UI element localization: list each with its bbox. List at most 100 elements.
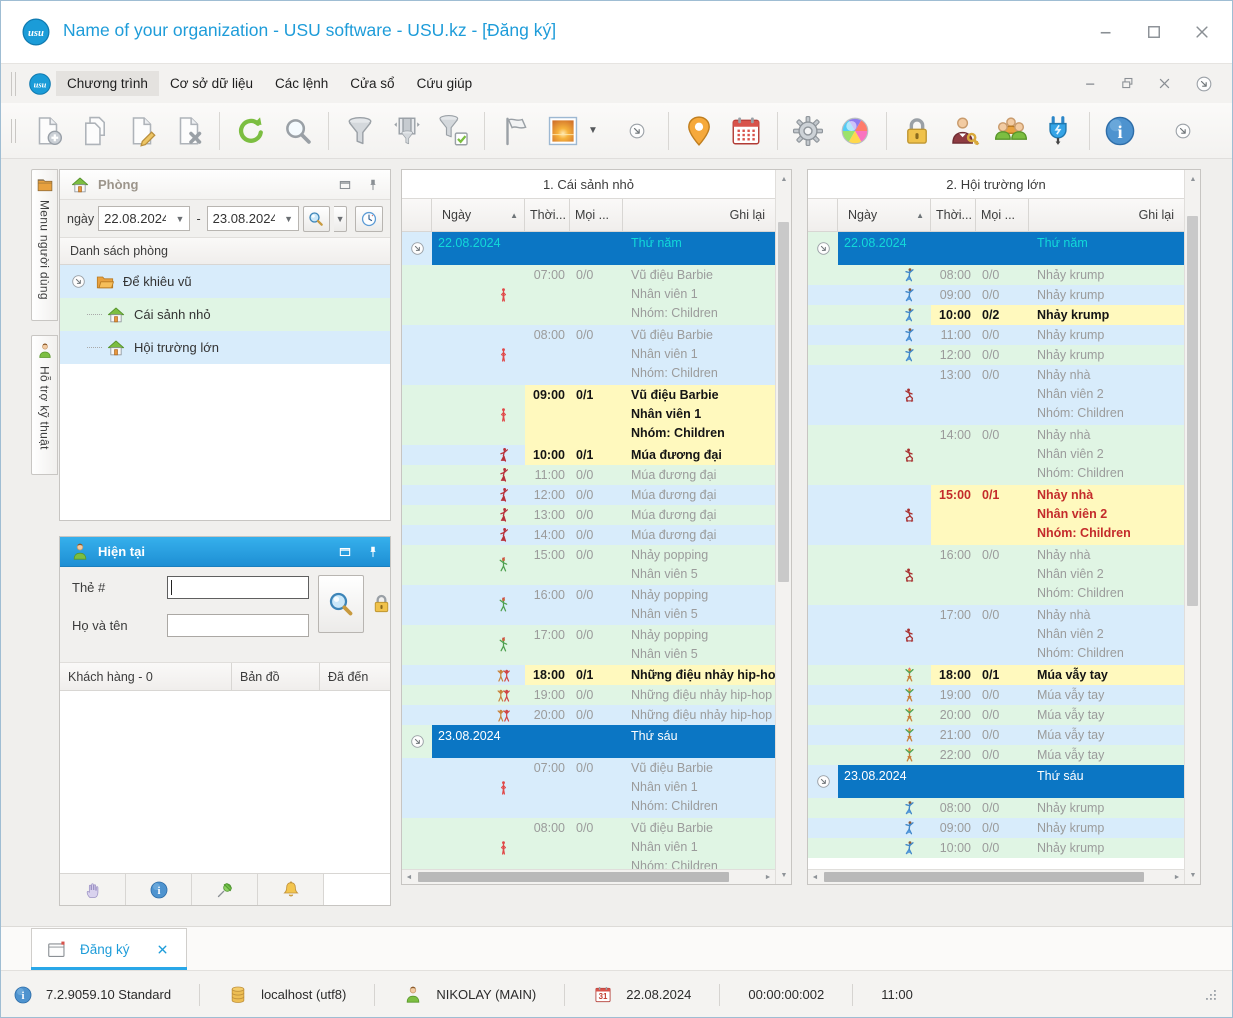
search-dropdown-button[interactable]: ▼ bbox=[334, 206, 348, 232]
schedule-row[interactable]: 17:000/0Nhảy poppingNhân viên 5 bbox=[402, 625, 775, 665]
pushpin-button[interactable] bbox=[192, 874, 258, 905]
schedule-row[interactable]: 07:000/0Vũ điệu BarbieNhân viên 1Nhóm: C… bbox=[402, 758, 775, 818]
toolbar-doc-edit-button[interactable] bbox=[118, 107, 165, 155]
toolbar-doc-delete-button[interactable] bbox=[165, 107, 212, 155]
column-date[interactable]: Ngày▲ bbox=[432, 199, 525, 231]
schedule-row[interactable]: 14:000/0Nhảy nhàNhân viên 2Nhóm: Childre… bbox=[808, 425, 1184, 485]
schedule-row[interactable]: 08:000/0Vũ điệu BarbieNhân viên 1Nhóm: C… bbox=[402, 325, 775, 385]
menu-item-các-lệnh[interactable]: Các lệnh bbox=[264, 71, 339, 96]
mdi-restore-icon[interactable] bbox=[1120, 76, 1135, 91]
schedule-row[interactable]: 08:000/0Vũ điệu BarbieNhân viên 1Nhóm: C… bbox=[402, 818, 775, 869]
scrollbar-thumb[interactable] bbox=[824, 872, 1144, 882]
column-map[interactable]: Bản đồ bbox=[232, 663, 320, 690]
toolbar-grip[interactable] bbox=[11, 119, 16, 143]
column-arrived[interactable]: Đã đến bbox=[320, 663, 390, 690]
schedule-row[interactable]: 08:000/0Nhảy krump bbox=[808, 265, 1184, 285]
schedule-row[interactable]: 12:000/0Nhảy krump bbox=[808, 345, 1184, 365]
toolbar-filter-layout-button[interactable] bbox=[383, 107, 430, 155]
hand-button[interactable] bbox=[60, 874, 126, 905]
column-people[interactable]: Mọi ... bbox=[570, 199, 623, 231]
info-circle-button[interactable]: i bbox=[126, 874, 192, 905]
schedule-row[interactable]: 13:000/0Múa đương đại bbox=[402, 505, 775, 525]
schedule-row[interactable]: 10:000/0Nhảy krump bbox=[808, 838, 1184, 858]
schedule-row[interactable]: 16:000/0Nhảy nhàNhân viên 2Nhóm: Childre… bbox=[808, 545, 1184, 605]
toolbar-users-button[interactable] bbox=[988, 107, 1035, 155]
schedule-row[interactable]: 15:000/0Nhảy poppingNhân viên 5 bbox=[402, 545, 775, 585]
menu-item-cơ-sở-dữ-liệu[interactable]: Cơ sở dữ liệu bbox=[159, 71, 264, 96]
schedule-row[interactable]: 20:000/0Múa vẫy tay bbox=[808, 705, 1184, 725]
schedule-row[interactable]: 19:000/0Múa vẫy tay bbox=[808, 685, 1184, 705]
search-button[interactable] bbox=[303, 206, 330, 232]
column-people[interactable]: Mọi ... bbox=[976, 199, 1029, 231]
scrollbar-thumb[interactable] bbox=[778, 222, 789, 582]
toolbar-flag-button[interactable] bbox=[492, 107, 539, 155]
room-list-header[interactable]: Danh sách phòng bbox=[60, 238, 390, 265]
schedule-row[interactable]: 09:000/1Vũ điệu BarbieNhân viên 1Nhóm: C… bbox=[402, 385, 775, 445]
toolbar-map-pin-button[interactable] bbox=[676, 107, 723, 155]
sidebar-tab-tech-support[interactable]: Hỗ trợ kỹ thuật bbox=[31, 335, 58, 475]
schedule-row[interactable]: 22:000/0Múa vẫy tay bbox=[808, 745, 1184, 765]
horizontal-scrollbar[interactable]: ◄ ► bbox=[402, 869, 775, 884]
card-number-input[interactable] bbox=[167, 576, 309, 599]
toolbar-plug-button[interactable] bbox=[1035, 107, 1082, 155]
column-time[interactable]: Thời... bbox=[525, 199, 570, 231]
schedule-row[interactable]: 18:000/1Múa vẫy tay bbox=[808, 665, 1184, 685]
date-to-combo[interactable]: 23.08.2024 ▼ bbox=[207, 206, 299, 231]
menu-logo-icon[interactable]: usu bbox=[28, 72, 52, 96]
schedule-row[interactable]: 07:000/0Vũ điệu BarbieNhân viên 1Nhóm: C… bbox=[402, 265, 775, 325]
schedule-row[interactable]: 08:000/0Nhảy krump bbox=[808, 798, 1184, 818]
schedule-row[interactable]: 17:000/0Nhảy nhàNhân viên 2Nhóm: Childre… bbox=[808, 605, 1184, 665]
column-date[interactable]: Ngày▲ bbox=[838, 199, 931, 231]
minimize-icon[interactable] bbox=[1096, 23, 1116, 41]
column-customers[interactable]: Khách hàng - 0 bbox=[60, 663, 232, 690]
vertical-scrollbar[interactable]: ▲ ▼ bbox=[1184, 170, 1200, 884]
schedule-row[interactable]: 11:000/0Nhảy krump bbox=[808, 325, 1184, 345]
toolbar-info-circle-button[interactable]: i bbox=[1097, 107, 1144, 155]
schedule-row[interactable]: 09:000/0Nhảy krump bbox=[808, 285, 1184, 305]
schedule-row[interactable]: 10:000/2Nhảy krump bbox=[808, 305, 1184, 325]
schedule-row[interactable]: 11:000/0Múa đương đại bbox=[402, 465, 775, 485]
schedule-group-row[interactable]: 23.08.2024Thứ sáu bbox=[808, 765, 1184, 798]
vertical-scrollbar[interactable]: ▲ ▼ bbox=[775, 170, 791, 884]
toolbar-filter-check-button[interactable] bbox=[430, 107, 477, 155]
mdi-more-icon[interactable] bbox=[1194, 74, 1214, 94]
schedule-row[interactable]: 14:000/0Múa đương đại bbox=[402, 525, 775, 545]
tree-item-1[interactable]: Cái sảnh nhỏ bbox=[60, 298, 390, 331]
horizontal-scrollbar[interactable]: ◄ ► bbox=[808, 869, 1184, 884]
menu-item-chương-trình[interactable]: Chương trình bbox=[56, 71, 159, 96]
toolbar-lock-button[interactable] bbox=[894, 107, 941, 155]
toolbar-search-button[interactable] bbox=[274, 107, 321, 155]
toolbar-user-key-button[interactable] bbox=[941, 107, 988, 155]
schedule-row[interactable]: 15:000/1Nhảy nhàNhân viên 2Nhóm: Childre… bbox=[808, 485, 1184, 545]
bell-button[interactable] bbox=[258, 874, 324, 905]
toolbar-calendar-button[interactable] bbox=[723, 107, 770, 155]
chevron-down-icon[interactable]: ▼ bbox=[588, 125, 598, 136]
toolbar-doc-new-button[interactable] bbox=[24, 107, 71, 155]
schedule-row[interactable]: 21:000/0Múa vẫy tay bbox=[808, 725, 1184, 745]
panel-pin-icon[interactable] bbox=[366, 178, 380, 192]
schedule-row[interactable]: 16:000/0Nhảy poppingNhân viên 5 bbox=[402, 585, 775, 625]
column-record[interactable]: Ghi lại bbox=[623, 199, 775, 231]
panel-restore-icon[interactable] bbox=[338, 178, 352, 192]
toolbar-chevron-circle-button[interactable] bbox=[1160, 107, 1207, 155]
toolbar-chevron-circle-button[interactable] bbox=[614, 107, 661, 155]
schedule-row[interactable]: 20:000/0Những điệu nhảy hip-hop bbox=[402, 705, 775, 725]
schedule-row[interactable]: 12:000/0Múa đương đại bbox=[402, 485, 775, 505]
schedule-row[interactable]: 10:000/1Múa đương đại bbox=[402, 445, 775, 465]
resize-grip[interactable] bbox=[1202, 986, 1220, 1004]
menu-item-cứu-giúp[interactable]: Cứu giúp bbox=[406, 71, 484, 96]
mdi-minimize-icon[interactable] bbox=[1083, 76, 1098, 91]
tab-dang-ky[interactable]: Đăng ký bbox=[31, 928, 187, 970]
full-name-input[interactable] bbox=[167, 614, 309, 637]
panel-pin-icon[interactable] bbox=[366, 545, 380, 559]
tab-close-icon[interactable] bbox=[156, 943, 169, 956]
column-record[interactable]: Ghi lại bbox=[1029, 199, 1184, 231]
schedule-row[interactable]: 09:000/0Nhảy krump bbox=[808, 818, 1184, 838]
schedule-group-row[interactable]: 22.08.2024Thứ năm bbox=[402, 232, 775, 265]
close-icon[interactable] bbox=[1192, 23, 1212, 41]
toolbar-colors-button[interactable] bbox=[832, 107, 879, 155]
maximize-icon[interactable] bbox=[1144, 23, 1164, 41]
date-from-combo[interactable]: 22.08.2024 ▼ bbox=[98, 206, 190, 231]
tree-item-0[interactable]: Để khiêu vũ bbox=[60, 265, 390, 298]
schedule-row[interactable]: 13:000/0Nhảy nhàNhân viên 2Nhóm: Childre… bbox=[808, 365, 1184, 425]
